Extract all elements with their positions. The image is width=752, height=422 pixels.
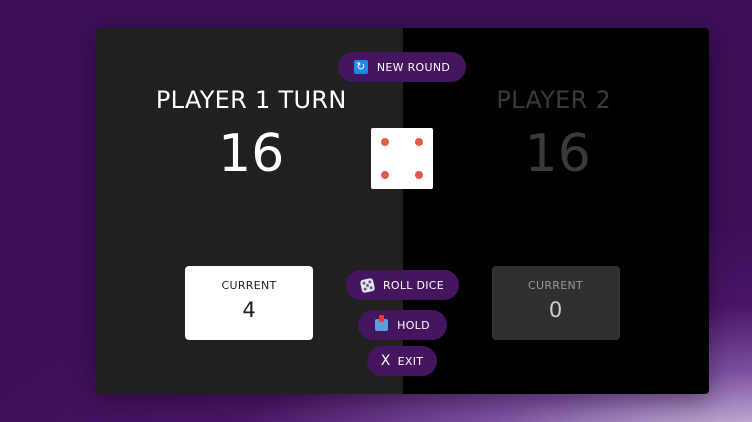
player-2-current-box: CURRENT 0 — [491, 266, 620, 340]
player-2-name: PLAYER 2 — [496, 86, 612, 114]
player-2-current-value: 0 — [548, 298, 563, 322]
inbox-tray-icon — [375, 315, 389, 331]
close-icon: X — [380, 353, 391, 369]
refresh-icon: ↻ — [353, 60, 368, 74]
player-1-name: PLAYER 1 TURN — [155, 86, 347, 114]
dice-pip — [381, 138, 389, 146]
roll-dice-button[interactable]: ROLL DICE — [346, 270, 459, 300]
dice-pip — [415, 171, 423, 179]
new-round-button[interactable]: ↻ NEW ROUND — [338, 52, 466, 82]
dice-face — [371, 128, 433, 189]
player-1-panel: PLAYER 1 TURN 16 CURRENT 4 — [96, 28, 403, 394]
dice-pip — [381, 171, 389, 179]
exit-button[interactable]: X EXIT — [367, 346, 437, 376]
player-2-panel: PLAYER 2 16 CURRENT 0 — [402, 28, 709, 394]
player-1-current-value: 4 — [242, 298, 256, 322]
player-2-current-label: CURRENT — [527, 279, 584, 292]
exit-label: EXIT — [397, 354, 424, 368]
dice-pip — [415, 138, 423, 146]
player-1-current-label: CURRENT — [221, 279, 277, 292]
player-1-current-box: CURRENT 4 — [185, 266, 313, 340]
dice-icon — [359, 277, 376, 293]
player-2-score: 16 — [524, 124, 591, 184]
roll-dice-label: ROLL DICE — [382, 278, 445, 292]
hold-label: HOLD — [397, 318, 430, 332]
hold-button[interactable]: HOLD — [358, 310, 447, 340]
player-1-score: 16 — [218, 124, 285, 184]
new-round-label: NEW ROUND — [376, 60, 451, 74]
